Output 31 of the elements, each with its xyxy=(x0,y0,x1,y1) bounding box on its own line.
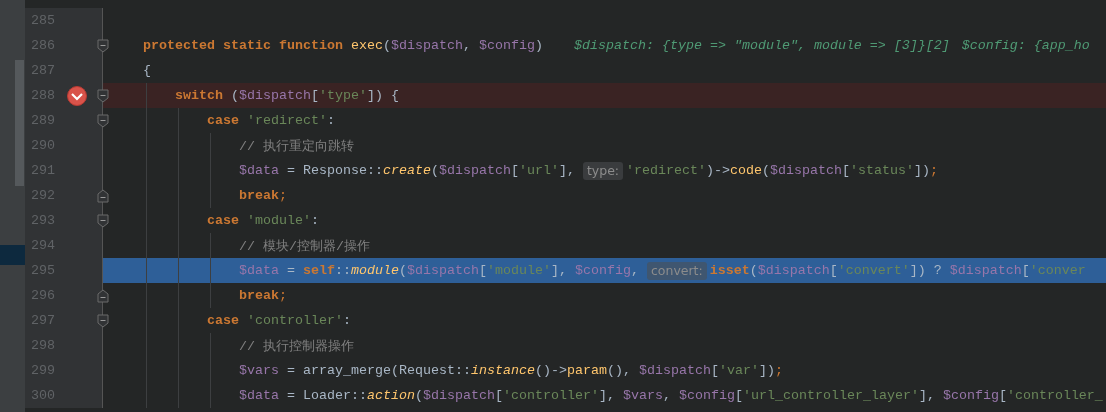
collapse-icon[interactable] xyxy=(97,88,109,103)
code-text: case 'redirect': xyxy=(205,113,335,128)
collapse-icon[interactable] xyxy=(97,288,109,303)
collapse-icon[interactable] xyxy=(97,188,109,203)
code-text: // 执行重定向跳转 xyxy=(237,137,354,155)
code-text: $data = self::module($dispatch['module'], $config, xyxy=(237,263,640,278)
code-text: switch ($dispatch['type']) { xyxy=(174,88,399,103)
code-text: break; xyxy=(237,188,287,203)
collapse-icon[interactable] xyxy=(97,38,109,53)
code-text: protected static function exec($dispatch, $config) xyxy=(142,38,543,53)
code-text: 'redirect')->code($dispatch['status']); xyxy=(626,163,939,178)
collapse-icon[interactable] xyxy=(97,113,109,128)
code-text: $vars = array_merge(Request::instance()->param(), $dispatch['var']); xyxy=(237,363,783,378)
code-text: // 执行控制器操作 xyxy=(237,337,354,355)
collapse-icon[interactable] xyxy=(97,213,109,228)
marker-stripe xyxy=(0,245,25,265)
debug-value: $config: {app_ho xyxy=(961,38,1090,53)
code-text: $data = Response::create($dispatch['url'], xyxy=(237,163,576,178)
code-text: break; xyxy=(237,288,287,303)
code-text: $data = Loader::action($dispatch['controller'], $vars, $config['url_controller_layer'], $config['controller_ xyxy=(237,388,1103,403)
parameter-hint: convert: xyxy=(646,261,707,280)
code-text: // 模块/控制器/操作 xyxy=(237,237,370,255)
code-text: case 'controller': xyxy=(205,313,351,328)
code-text: case 'module': xyxy=(205,213,319,228)
collapse-icon[interactable] xyxy=(97,313,109,328)
code-text: isset($dispatch['convert']) ? $dispatch['conver xyxy=(709,263,1086,278)
parameter-hint: type: xyxy=(582,161,624,180)
check-circle-icon[interactable] xyxy=(67,85,87,106)
scroll-thumb[interactable] xyxy=(15,60,24,186)
debug-value: $dispatch: {type => "module", module => [3]}[2] xyxy=(573,38,950,53)
code-text: { xyxy=(142,63,151,78)
